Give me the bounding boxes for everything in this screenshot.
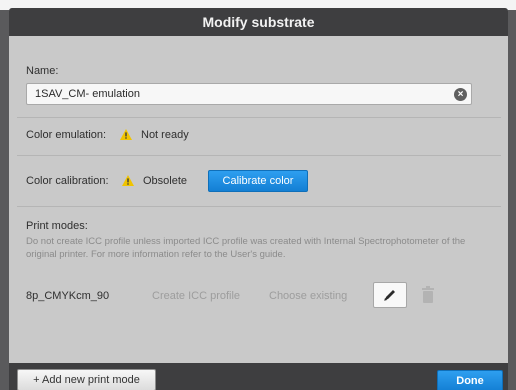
color-calibration-status: Obsolete (143, 175, 188, 187)
print-mode-name: 8p_CMYKcm_90 (26, 290, 110, 302)
modify-substrate-dialog: Modify substrate Name: 1SAV_CM- emulatio… (9, 8, 508, 390)
print-modes-description: Do not create ICC profile unless importe… (26, 236, 466, 260)
name-label: Name: (26, 65, 59, 77)
calibrate-color-button[interactable]: Calibrate color (208, 170, 308, 192)
dialog-title: Modify substrate (9, 8, 508, 36)
done-button[interactable]: Done (437, 370, 503, 390)
divider (17, 155, 501, 156)
divider (17, 117, 501, 118)
warning-icon (120, 129, 132, 140)
color-calibration-label: Color calibration: (26, 175, 109, 187)
divider (17, 206, 501, 207)
dialog-footer: + Add new print mode Done (9, 363, 508, 390)
name-value: 1SAV_CM- emulation (35, 88, 140, 100)
add-new-print-mode-button[interactable]: + Add new print mode (17, 369, 156, 390)
choose-existing-link[interactable]: Choose existing (269, 290, 347, 302)
color-emulation-status: Not ready (141, 129, 189, 141)
print-modes-label: Print modes: (26, 220, 88, 232)
name-field[interactable]: 1SAV_CM- emulation × (26, 83, 472, 105)
warning-icon (122, 175, 134, 186)
color-emulation-label: Color emulation: (26, 129, 107, 141)
trash-icon (422, 286, 434, 303)
delete-print-mode-button[interactable] (417, 283, 439, 307)
pencil-icon (384, 290, 395, 301)
clear-icon[interactable]: × (454, 88, 467, 101)
edit-print-mode-button[interactable] (373, 282, 407, 308)
create-icc-profile-link[interactable]: Create ICC profile (152, 290, 240, 302)
